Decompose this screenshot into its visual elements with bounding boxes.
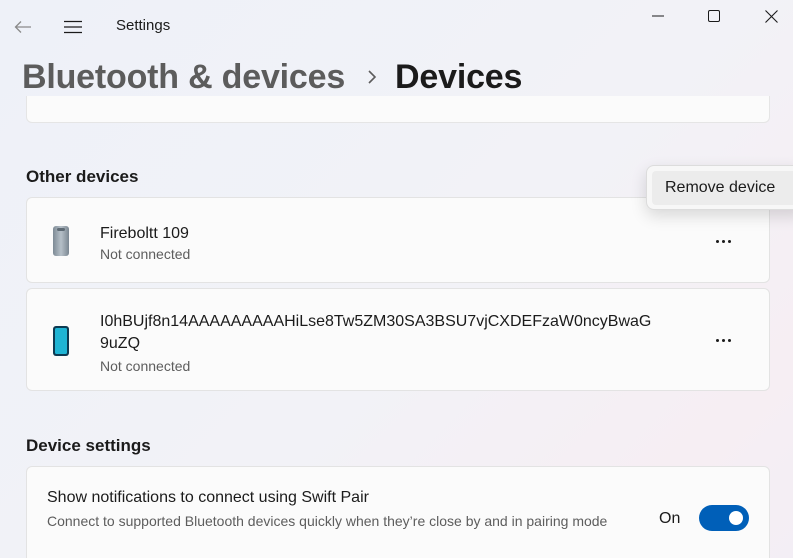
swift-pair-title: Show notifications to connect using Swif… — [47, 489, 369, 506]
maximize-button[interactable] — [694, 0, 734, 32]
device-settings-heading: Device settings — [26, 436, 151, 455]
device-name-continued: 9uZQ — [100, 335, 141, 352]
navigation-menu-button[interactable] — [58, 12, 88, 42]
swift-pair-toggle[interactable] — [699, 505, 749, 531]
scrolled-card-bottom — [26, 96, 770, 123]
device-status: Not connected — [100, 246, 191, 262]
app-title: Settings — [116, 17, 171, 34]
more-dots-icon — [715, 338, 719, 342]
device-name: Fireboltt 109 — [100, 225, 189, 242]
toggle-state-label: On — [659, 510, 681, 527]
back-arrow-icon — [14, 21, 31, 33]
more-dots-icon — [715, 239, 719, 243]
page-title: Devices — [395, 57, 523, 96]
close-button[interactable] — [750, 0, 793, 32]
remove-device-menu-item[interactable]: Remove device — [652, 171, 793, 205]
speaker-device-icon — [51, 224, 71, 263]
maximize-icon — [708, 10, 720, 22]
more-options-button[interactable] — [707, 326, 739, 354]
swift-pair-description: Connect to supported Bluetooth devices q… — [47, 513, 608, 529]
device-card-phone[interactable]: I0hBUjf8n14AAAAAAAAAHiLse8Tw5ZM30SA3BSU7… — [26, 288, 770, 391]
minimize-button[interactable] — [638, 0, 678, 32]
device-name: I0hBUjf8n14AAAAAAAAAHiLse8Tw5ZM30SA3BSU7… — [100, 313, 652, 330]
hamburger-menu-icon — [64, 20, 82, 34]
minimize-icon — [652, 15, 664, 17]
breadcrumb-parent-link[interactable]: Bluetooth & devices — [22, 58, 345, 97]
breadcrumb: Bluetooth & devices Devices — [22, 54, 522, 100]
device-context-menu: Remove device — [646, 165, 793, 210]
device-status: Not connected — [100, 358, 191, 374]
toggle-knob — [729, 511, 743, 525]
title-bar: Settings — [0, 0, 793, 52]
swift-pair-setting-card: Show notifications to connect using Swif… — [26, 466, 770, 558]
chevron-right-icon — [367, 69, 377, 85]
more-options-button[interactable] — [707, 227, 739, 255]
other-devices-heading: Other devices — [26, 167, 139, 186]
phone-device-icon — [51, 325, 71, 362]
back-button[interactable] — [8, 12, 38, 42]
close-icon — [765, 9, 778, 23]
